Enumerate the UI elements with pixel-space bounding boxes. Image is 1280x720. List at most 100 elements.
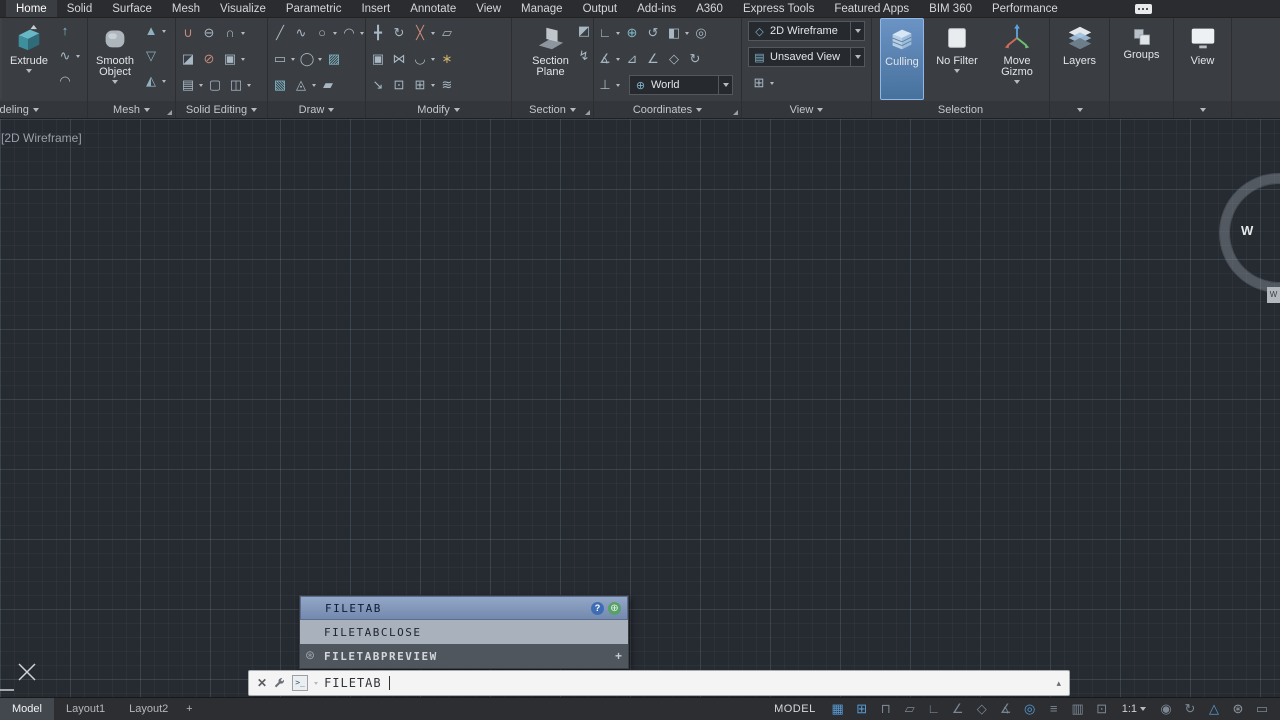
layout-tab[interactable]: Layout1 — [54, 698, 117, 720]
panel-label-groups[interactable] — [1110, 101, 1173, 118]
ribbon-tab[interactable]: Output — [573, 0, 628, 17]
osnap-tracking-icon[interactable]: ∡ — [994, 698, 1018, 720]
ribbon-tab[interactable]: Parametric — [276, 0, 352, 17]
view-tools-button[interactable]: View — [1176, 18, 1230, 100]
live-section-icon[interactable]: ◩ — [575, 21, 593, 41]
ucs-x-icon[interactable]: ◇ — [665, 49, 683, 69]
ribbon-tab[interactable]: Add-ins — [627, 0, 686, 17]
ribbon-tab[interactable]: Express Tools — [733, 0, 824, 17]
union-icon[interactable]: ∪ — [179, 23, 197, 43]
autocomplete-row[interactable]: ⊛ FILETAB ? ⊕ — [300, 596, 628, 620]
add-jog-icon[interactable]: ↯ — [575, 46, 593, 66]
autoscale-icon[interactable]: ↻ — [1178, 698, 1202, 720]
panel-label-layers[interactable] — [1050, 101, 1109, 118]
scale-icon[interactable]: ⊡ — [390, 75, 408, 95]
shell-icon[interactable]: ◫ — [227, 75, 251, 95]
lineweight-icon[interactable]: ≡ — [1042, 698, 1066, 720]
offset-icon[interactable]: ≋ — [438, 75, 456, 95]
search-web-icon[interactable]: ⊕ — [608, 601, 621, 615]
extrude-button[interactable]: Extrude — [2, 18, 56, 100]
snap-icon[interactable]: ⊞ — [850, 698, 874, 720]
ribbon-tab[interactable]: Performance — [982, 0, 1068, 17]
expand-icon[interactable]: + — [615, 649, 622, 663]
sweep-icon[interactable]: ∿ — [56, 46, 80, 66]
infocenter-icon[interactable] — [1135, 3, 1152, 14]
panel-label-draw[interactable]: Draw — [268, 101, 365, 118]
region-icon[interactable]: ▰ — [319, 75, 337, 95]
subtract-icon[interactable]: ⊖ — [200, 23, 218, 43]
trim-icon[interactable]: ╳ — [411, 23, 435, 43]
panel-label-solid-editing[interactable]: Solid Editing — [176, 101, 267, 118]
viewport-config-icon[interactable]: ⊞ — [750, 73, 774, 93]
explode-icon[interactable]: ∗ — [438, 49, 456, 69]
ribbon-tab[interactable]: Annotate — [400, 0, 466, 17]
combo-dropdown-button[interactable] — [850, 22, 864, 40]
infer-constraints-icon[interactable]: ⊓ — [874, 698, 898, 720]
slice-icon[interactable]: ◪ — [179, 49, 197, 69]
drawing-canvas[interactable]: [2D Wireframe] W W ⊛ FILETAB ? ⊕ ⊛ — [0, 119, 1280, 697]
imprint-icon[interactable]: ▢ — [206, 75, 224, 95]
rectangle-icon[interactable]: ▭ — [271, 49, 295, 69]
annotation-scale-button[interactable]: 1:1 — [1116, 703, 1152, 715]
presspull-icon[interactable]: ↑ — [56, 21, 80, 41]
ucs-icon[interactable]: ∟ — [596, 23, 620, 43]
ucs-world-icon[interactable]: ⊕ — [623, 23, 641, 43]
boundary-icon[interactable]: ◬ — [292, 75, 316, 95]
extract-edges-icon[interactable]: ▤ — [179, 75, 203, 95]
intersect-icon[interactable]: ∩ — [221, 23, 245, 43]
panel-label-mesh[interactable]: Mesh — [88, 101, 175, 118]
selection-cycling-icon[interactable]: ⊡ — [1090, 698, 1114, 720]
layout-tab[interactable]: Layout2 — [117, 698, 180, 720]
viewcube-west-label[interactable]: W — [1241, 223, 1253, 238]
annotation-visibility-icon[interactable]: ◉ — [1154, 698, 1178, 720]
copy-icon[interactable]: ▣ — [369, 49, 387, 69]
panel-label-coordinates[interactable]: Coordinates — [594, 101, 741, 118]
circle-icon[interactable]: ○ — [313, 23, 337, 43]
help-icon[interactable]: ? — [591, 601, 604, 615]
ortho-icon[interactable]: ∟ — [922, 698, 946, 720]
no-filter-button[interactable]: No Filter — [930, 18, 984, 100]
ucs-3point-icon[interactable]: ∠ — [644, 49, 662, 69]
ribbon-tab[interactable]: Visualize — [210, 0, 276, 17]
rotate-icon[interactable]: ↻ — [390, 23, 408, 43]
ribbon-tab[interactable]: Mesh — [162, 0, 210, 17]
panel-launcher-icon[interactable] — [585, 110, 590, 115]
ucs-named-icon[interactable]: ↻ — [686, 49, 704, 69]
clean-screen-icon[interactable]: ▭ — [1250, 698, 1274, 720]
panel-label-selection[interactable]: Selection — [872, 101, 1049, 118]
polyline-icon[interactable]: ∿ — [292, 23, 310, 43]
thicken-icon[interactable]: ▣ — [221, 49, 245, 69]
ucs-combo[interactable]: ⊕ World — [629, 75, 733, 95]
ribbon-tab[interactable]: BIM 360 — [919, 0, 982, 17]
command-line[interactable]: ✕ >_ FILETAB ▴ — [248, 670, 1070, 696]
dynamic-input-icon[interactable]: ▱ — [898, 698, 922, 720]
ribbon-tab[interactable]: Home — [6, 0, 57, 17]
polar-tracking-icon[interactable]: ∠ — [946, 698, 970, 720]
customization-icon[interactable]: ⊛ — [1226, 698, 1250, 720]
smooth-less-icon[interactable]: ▽ — [142, 46, 166, 66]
culling-button[interactable]: Culling — [880, 18, 924, 100]
ribbon-tab[interactable]: Surface — [102, 0, 162, 17]
ribbon-tab[interactable]: View — [466, 0, 511, 17]
viewport-controls[interactable]: [2D Wireframe] — [1, 131, 82, 145]
ribbon-tab[interactable]: A360 — [686, 0, 733, 17]
grid-icon[interactable]: ▦ — [826, 698, 850, 720]
named-view-combo[interactable]: ▤ Unsaved View — [748, 47, 865, 67]
smooth-object-button[interactable]: Smooth Object — [88, 18, 142, 100]
hatch-icon[interactable]: ▨ — [325, 49, 343, 69]
model-space-indicator[interactable]: MODEL — [774, 703, 816, 715]
recent-commands-chevron-icon[interactable] — [314, 681, 319, 685]
stretch-icon[interactable]: ↘ — [369, 75, 387, 95]
mirror-icon[interactable]: ⋈ — [390, 49, 408, 69]
panel-launcher-icon[interactable] — [167, 110, 172, 115]
ribbon-tab[interactable]: Solid — [57, 0, 103, 17]
osnap-icon[interactable]: ◎ — [1018, 698, 1042, 720]
fillet-icon[interactable]: ◡ — [411, 49, 435, 69]
interfere-icon[interactable]: ⊘ — [200, 49, 218, 69]
line-icon[interactable]: ╱ — [271, 23, 289, 43]
command-history-icon[interactable]: ▴ — [1056, 678, 1061, 689]
new-layout-button[interactable]: + — [180, 698, 198, 720]
customize-icon[interactable] — [273, 677, 286, 690]
arc-icon[interactable]: ◠ — [340, 23, 364, 43]
panel-launcher-icon[interactable] — [733, 110, 738, 115]
